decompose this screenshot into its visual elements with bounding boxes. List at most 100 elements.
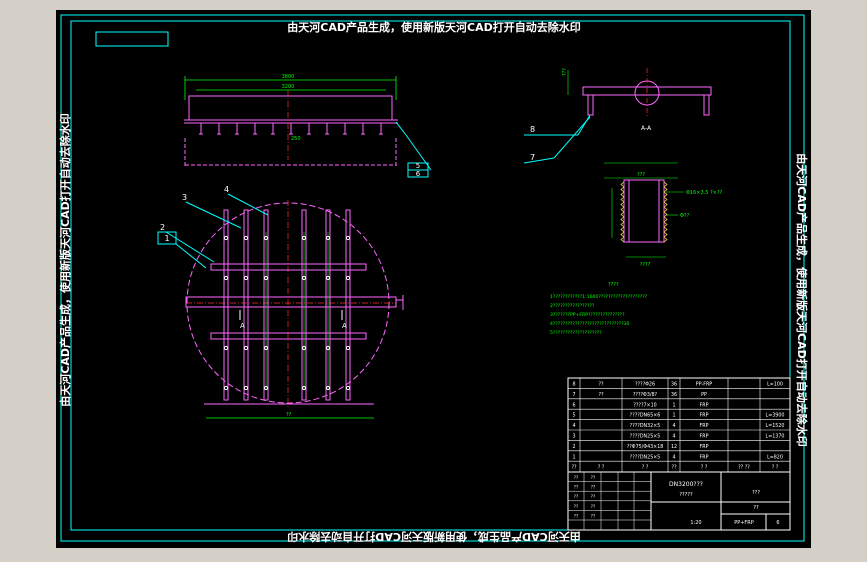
- note-line: 4?????????????????????????????30: [550, 321, 630, 327]
- bom-cell: ????7×10: [633, 402, 656, 408]
- watermark-left: 由天河CAD产品生成，使用新版天河CAD打开自动去除水印: [58, 113, 72, 406]
- bom-cell: 6: [572, 402, 575, 408]
- dim-detail-bottom: ????: [640, 262, 651, 268]
- tb-label: ??: [574, 513, 578, 518]
- cross-pipe-lower: [210, 332, 367, 340]
- watermark-top: 由天河CAD产品生成，使用新版天河CAD打开自动去除水印: [287, 20, 580, 34]
- bom-cell: ????Φ26: [635, 382, 655, 388]
- view-mark-a1: A: [240, 322, 245, 330]
- section-aa-view: ???: [553, 68, 712, 159]
- tb-label: ??: [591, 485, 595, 490]
- bom-cell: L=100: [767, 382, 783, 388]
- bom-cell: ??: [571, 465, 577, 471]
- bom-cell: 12: [671, 444, 677, 450]
- nozzle-point: [243, 385, 249, 391]
- bom-cell: FRP: [700, 402, 709, 408]
- dim-pipe-note: ???: [562, 68, 568, 76]
- bom-cell: ????DN65×6: [630, 413, 661, 419]
- nozzle-point: [243, 235, 249, 241]
- bom-cell: 4: [672, 434, 675, 440]
- elevation-nozzles: [199, 123, 383, 135]
- callout-1: 1: [164, 234, 169, 243]
- note-line: 2?????????????????: [550, 303, 595, 309]
- bom-cell: ? ?: [772, 465, 779, 471]
- watermark-bottom: 由天河CAD产品生成，使用新版天河CAD打开自动去除水印: [287, 530, 580, 544]
- elevation-view: 3800 3200 250: [184, 74, 432, 171]
- callout-8: 8: [530, 125, 535, 134]
- bom-cell: L=1520: [766, 423, 785, 429]
- bom-cell: 4: [572, 423, 575, 429]
- notes-heading: ????: [608, 282, 619, 288]
- title-project: ??: [753, 505, 759, 511]
- bom-cell: ? ?: [598, 465, 605, 471]
- nozzle-point: [223, 275, 229, 281]
- bom-cell: ????DN25×5: [630, 454, 661, 460]
- bom-cell: ?? ??: [738, 465, 750, 471]
- callout-5: 5: [416, 162, 420, 170]
- drawing-svg: 由天河CAD产品生成，使用新版天河CAD打开自动去除水印 由天河CAD产品生成，…: [58, 14, 809, 544]
- outer-frame: [60, 14, 805, 542]
- tb-label: ??: [591, 513, 595, 518]
- bom-cell: 8: [572, 382, 575, 388]
- inner-frame: [70, 20, 791, 531]
- nozzle-point: [345, 275, 351, 281]
- bom-cell: 2: [572, 444, 575, 450]
- note-line: 3???????PP+FRP???????????????: [550, 312, 625, 318]
- title-drawing-sub: ?????: [679, 492, 693, 498]
- tb-label: ??: [591, 494, 595, 499]
- bom-cell: L=1370: [766, 434, 785, 440]
- nozzle-point: [345, 235, 351, 241]
- bom-cell: ? ?: [642, 465, 649, 471]
- bom-cell: FRP: [700, 454, 709, 460]
- nozzle-point: [223, 235, 229, 241]
- callout-4: 4: [224, 185, 229, 194]
- title-scale: 1:20: [690, 520, 701, 526]
- bom-cell: ? ?: [701, 465, 708, 471]
- bom-cell: PP: [701, 392, 707, 398]
- bom-cell: 36: [671, 392, 677, 398]
- cad-drawing-canvas[interactable]: 由天河CAD产品生成，使用新版天河CAD打开自动去除水印 由天河CAD产品生成，…: [56, 10, 811, 548]
- bom-cell: ??: [671, 465, 677, 471]
- tb-label: ??: [574, 494, 578, 499]
- bom-cell: 1: [672, 402, 675, 408]
- bom-cell: 4: [672, 454, 675, 460]
- nozzle-point: [345, 385, 351, 391]
- title-drawing-name: DN3200???: [669, 481, 703, 488]
- tb-label: ??: [591, 504, 595, 509]
- title-block-grid: ????????????????????: [568, 472, 651, 530]
- bom-cell: ????Φ3/8?: [633, 392, 658, 398]
- bom-cell: 5: [572, 413, 575, 419]
- bom-cell: FRP: [700, 413, 709, 419]
- view-mark-a2: A: [342, 322, 347, 330]
- notes-block: 1????????????1:1600???????????????????? 2…: [550, 294, 648, 336]
- plan-view: ??: [185, 200, 404, 419]
- bom-cell: L=820: [767, 454, 783, 460]
- header-pipe: [185, 296, 397, 308]
- callout-2: 2: [160, 223, 165, 232]
- bom-cell: FRP: [700, 434, 709, 440]
- dim-overall-width: 3800: [282, 74, 295, 80]
- bom-table: 8?? ????Φ26 36 PP-FRP L=100 7?? ????Φ3/8? 36 PP 6…: [567, 377, 791, 473]
- nozzle-point: [223, 385, 229, 391]
- bom-cell: L=3900: [766, 413, 785, 419]
- section-label: A-A: [641, 125, 652, 132]
- detail-threads: [620, 181, 668, 243]
- bom-cell: ??Φ75/Φ43×18: [627, 444, 664, 450]
- title-company: ???: [752, 490, 760, 496]
- title-material: PP+FRP: [734, 520, 754, 526]
- bom-cell: 7: [572, 392, 575, 398]
- note-line: 5????????????????????: [550, 330, 602, 336]
- top-left-stamp-box: [95, 31, 169, 47]
- cross-pipe-upper: [210, 263, 367, 271]
- tb-label: ??: [574, 475, 578, 480]
- note-line: 1????????????1:1600????????????????????: [550, 294, 648, 300]
- dim-inner-width: 3200: [282, 84, 295, 90]
- bom-cell: 4: [672, 423, 675, 429]
- bom-cell: FRP: [700, 444, 709, 450]
- nozzle-point: [345, 345, 351, 351]
- dim-detail-note: Φ16×3.5 ?×??: [686, 190, 723, 196]
- callout-6: 6: [416, 170, 421, 178]
- nozzle-point: [223, 345, 229, 351]
- bom-cell: PP-FRP: [696, 382, 713, 388]
- tb-label: ??: [591, 475, 595, 480]
